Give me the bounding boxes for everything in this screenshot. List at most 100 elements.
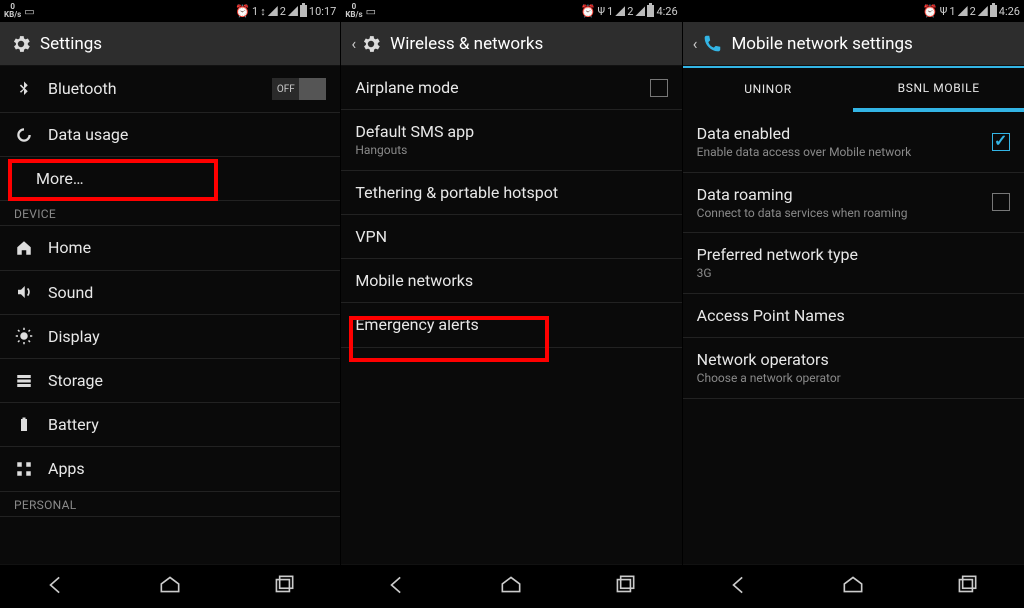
sms-sub: Hangouts — [355, 143, 667, 157]
status-bar: 0KB/s ▭ ⏰ Ψ 1 2 4:26 — [341, 0, 681, 22]
psi-icon: Ψ — [940, 5, 948, 18]
dr-sub: Connect to data services when roaming — [697, 206, 978, 220]
bluetooth-toggle[interactable]: OFF — [272, 78, 326, 100]
net-speed-icon: 0KB/s — [4, 3, 21, 19]
row-pref-net[interactable]: Preferred network type 3G — [683, 233, 1024, 294]
sound-icon — [14, 283, 34, 301]
row-home[interactable]: Home — [0, 226, 340, 270]
row-data-enabled[interactable]: Data enabled Enable data access over Mob… — [683, 112, 1024, 173]
row-mobile-networks[interactable]: Mobile networks — [341, 259, 681, 303]
pnt-label: Preferred network type — [697, 245, 1010, 264]
row-data-roaming[interactable]: Data roaming Connect to data services wh… — [683, 173, 1024, 234]
row-bluetooth[interactable]: Bluetooth OFF — [0, 66, 340, 113]
row-more[interactable]: More… — [0, 157, 340, 201]
psi-icon: Ψ — [597, 5, 605, 18]
phone-icon[interactable] — [701, 33, 723, 55]
signal2-icon — [288, 6, 298, 16]
data-usage-label: Data usage — [48, 125, 326, 144]
clock-label: 4:26 — [999, 5, 1020, 18]
de-label: Data enabled — [697, 124, 978, 143]
three-up-screenshots: 0KB/s ▭ ⏰ 1 ↕ 2 10:17 Settings — [0, 0, 1024, 608]
sim1-icon: ↕ — [260, 5, 266, 18]
header: Settings — [0, 22, 340, 66]
nav-home-icon[interactable] — [498, 572, 524, 602]
nav-recent-icon[interactable] — [271, 572, 297, 602]
settings-list[interactable]: Bluetooth OFF Data usage More… DEVICE Ho… — [0, 66, 340, 564]
section-personal: PERSONAL — [0, 492, 340, 517]
screen-wireless: 0KB/s ▭ ⏰ Ψ 1 2 4:26 ‹ Wireless & networ… — [341, 0, 682, 608]
tab-bsnl[interactable]: BSNL MOBILE — [853, 68, 1024, 112]
row-operators[interactable]: Network operators Choose a network opera… — [683, 338, 1024, 399]
airplane-checkbox[interactable] — [650, 79, 668, 97]
row-alerts[interactable]: Emergency alerts — [341, 303, 681, 347]
tether-label: Tethering & portable hotspot — [355, 183, 667, 202]
mobile-list[interactable]: Data enabled Enable data access over Mob… — [683, 112, 1024, 564]
header: ‹ Wireless & networks — [341, 22, 681, 66]
row-tether[interactable]: Tethering & portable hotspot — [341, 171, 681, 215]
sim2-label: 2 — [627, 5, 633, 18]
settings-gear-icon[interactable] — [360, 33, 382, 55]
back-caret-icon[interactable]: ‹ — [693, 34, 698, 53]
screen-settings: 0KB/s ▭ ⏰ 1 ↕ 2 10:17 Settings — [0, 0, 341, 608]
nav-recent-icon[interactable] — [954, 572, 980, 602]
bluetooth-label: Bluetooth — [48, 79, 258, 98]
dr-checkbox[interactable] — [992, 193, 1010, 211]
row-battery[interactable]: Battery — [0, 403, 340, 447]
row-sound[interactable]: Sound — [0, 271, 340, 315]
clock-label: 4:26 — [656, 5, 677, 18]
apn-label: Access Point Names — [697, 306, 1010, 325]
row-storage[interactable]: Storage — [0, 359, 340, 403]
battery-label: Battery — [48, 415, 326, 434]
apps-icon — [14, 460, 34, 478]
net-speed-icon: 0KB/s — [345, 3, 362, 19]
back-caret-icon[interactable]: ‹ — [351, 34, 356, 53]
alarm-icon: ⏰ — [235, 4, 250, 18]
nav-back-icon[interactable] — [44, 572, 70, 602]
signal2-icon — [635, 6, 645, 16]
row-sms[interactable]: Default SMS app Hangouts — [341, 110, 681, 171]
display-icon — [14, 327, 34, 345]
battery-icon — [300, 5, 307, 17]
battery-icon — [14, 416, 34, 434]
nav-bar — [0, 564, 340, 608]
alarm-icon: ⏰ — [923, 4, 938, 18]
nav-bar — [683, 564, 1024, 608]
header: ‹ Mobile network settings — [683, 22, 1024, 66]
section-device: DEVICE — [0, 201, 340, 226]
header-title: Settings — [40, 34, 102, 54]
dr-label: Data roaming — [697, 185, 978, 204]
status-bar: ⏰ Ψ 1 2 4:26 — [683, 0, 1024, 22]
sim1-label: 1 — [949, 5, 955, 18]
tab-uninor[interactable]: UNINOR — [683, 68, 854, 112]
nav-recent-icon[interactable] — [612, 572, 638, 602]
display-label: Display — [48, 327, 326, 346]
sim2-label: 2 — [970, 5, 976, 18]
data-usage-icon — [14, 126, 34, 144]
alerts-label: Emergency alerts — [355, 315, 667, 334]
row-apps[interactable]: Apps — [0, 447, 340, 491]
apps-label: Apps — [48, 459, 326, 478]
row-display[interactable]: Display — [0, 315, 340, 359]
status-bar: 0KB/s ▭ ⏰ 1 ↕ 2 10:17 — [0, 0, 340, 22]
de-sub: Enable data access over Mobile network — [697, 145, 978, 159]
wireless-list[interactable]: Airplane mode Default SMS app Hangouts T… — [341, 66, 681, 564]
de-checkbox[interactable] — [992, 133, 1010, 151]
row-vpn[interactable]: VPN — [341, 215, 681, 259]
signal1-icon — [958, 6, 968, 16]
op-label: Network operators — [697, 350, 1010, 369]
nav-bar — [341, 564, 681, 608]
alarm-icon: ⏰ — [580, 4, 595, 18]
clock-label: 10:17 — [309, 5, 336, 18]
row-apn[interactable]: Access Point Names — [683, 294, 1024, 338]
nav-home-icon[interactable] — [157, 572, 183, 602]
row-airplane[interactable]: Airplane mode — [341, 66, 681, 110]
nav-back-icon[interactable] — [385, 572, 411, 602]
signal2-icon — [978, 6, 988, 16]
screenshot-icon: ▭ — [24, 5, 34, 18]
row-data-usage[interactable]: Data usage — [0, 113, 340, 157]
sim1-label: 1 — [607, 5, 613, 18]
vpn-label: VPN — [355, 227, 667, 246]
sim-tabs: UNINOR BSNL MOBILE — [683, 68, 1024, 112]
nav-home-icon[interactable] — [840, 572, 866, 602]
nav-back-icon[interactable] — [727, 572, 753, 602]
